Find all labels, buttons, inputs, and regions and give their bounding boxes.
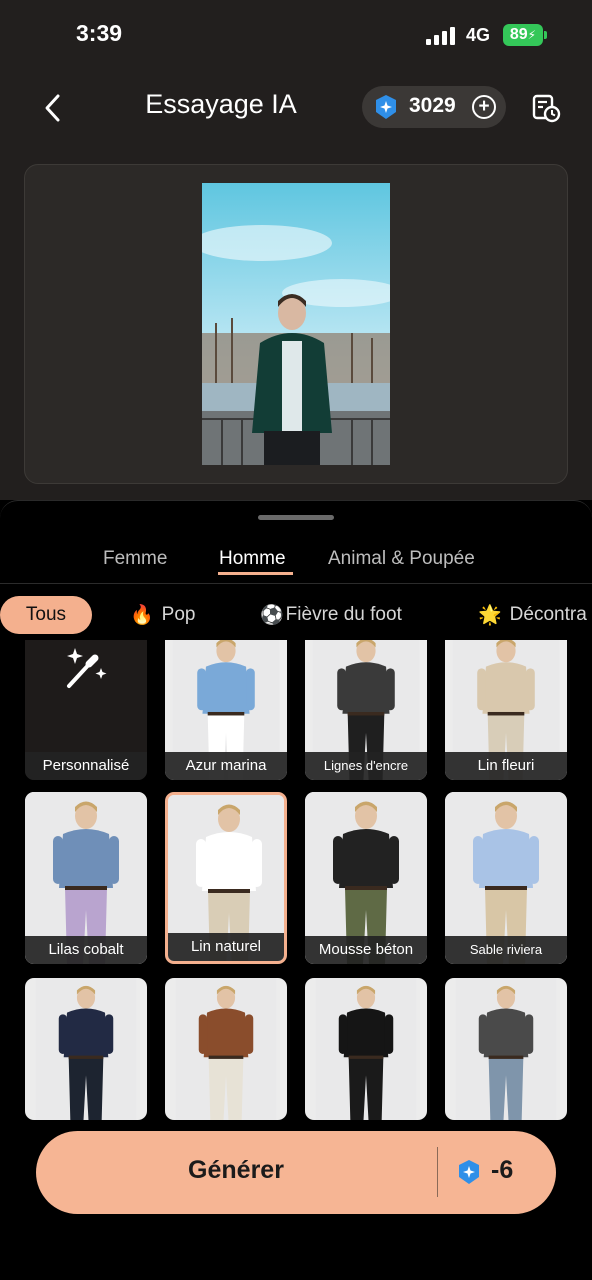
star-icon: 🌟 xyxy=(478,605,502,626)
status-bar: 3:39 4G 89 ⚡ xyxy=(0,0,592,70)
outfit-card[interactable] xyxy=(305,978,427,1120)
credits-count: 3029 xyxy=(409,94,456,117)
fire-icon: 🔥 xyxy=(130,605,154,626)
gem-icon xyxy=(376,95,396,119)
generate-cost: -6 xyxy=(491,1156,514,1184)
custom-outfit-card[interactable]: Personnalisé xyxy=(25,640,147,780)
generate-button[interactable]: Générer -6 xyxy=(36,1131,556,1214)
outfit-card[interactable] xyxy=(165,978,287,1120)
generate-divider xyxy=(437,1147,438,1197)
outfit-label: Mousse béton xyxy=(305,936,427,964)
outfit-card[interactable] xyxy=(25,978,147,1120)
add-credits-icon[interactable]: + xyxy=(472,95,496,119)
generate-label: Générer xyxy=(188,1156,284,1184)
outfit-label: Personnalisé xyxy=(25,752,147,780)
outfit-card[interactable]: Mousse béton xyxy=(305,792,427,964)
tab-femme[interactable]: Femme xyxy=(103,548,167,570)
outfit-card[interactable] xyxy=(445,978,567,1120)
back-icon[interactable] xyxy=(36,90,72,126)
battery-icon: 89 ⚡ xyxy=(503,24,547,46)
chip-tous[interactable]: Tous xyxy=(0,596,92,634)
outfit-card[interactable]: Lin fleuri xyxy=(445,640,567,780)
chip-label: Pop xyxy=(161,604,196,625)
model-figure xyxy=(175,978,277,1120)
chip-label: Décontra xyxy=(509,604,587,625)
sheet-handle[interactable] xyxy=(258,515,334,520)
battery-level: 89 xyxy=(509,26,528,43)
magic-wand-icon xyxy=(67,648,107,688)
active-tab-indicator xyxy=(218,572,293,575)
outfit-card[interactable]: Azur marina xyxy=(165,640,287,780)
outfit-label: Lilas cobalt xyxy=(25,936,147,964)
model-figure xyxy=(35,978,137,1120)
uploaded-photo[interactable] xyxy=(202,183,390,465)
tab-animal-poupee[interactable]: Animal & Poupée xyxy=(328,548,475,570)
gem-icon xyxy=(459,1160,479,1184)
model-figure xyxy=(315,978,417,1120)
outfit-card[interactable]: Lignes d'encre xyxy=(305,640,427,780)
style-chips: Tous 🔥 Pop ⚽ Fièvre du foot 🌟 Décontra xyxy=(0,596,592,636)
outfit-card[interactable]: Lilas cobalt xyxy=(25,792,147,964)
chip-pop[interactable]: 🔥 Pop xyxy=(130,596,195,634)
signal-icon xyxy=(426,27,458,45)
outfit-label: Azur marina xyxy=(165,752,287,780)
history-icon[interactable] xyxy=(530,92,562,124)
gender-tabs: Femme Homme Animal & Poupée xyxy=(0,540,592,584)
outfit-card[interactable]: Sable riviera xyxy=(445,792,567,964)
chip-label: Tous xyxy=(25,604,67,625)
chip-decontra[interactable]: 🌟 Décontra xyxy=(478,596,587,634)
soccer-ball-icon: ⚽ xyxy=(260,605,284,626)
outfit-label: Lin naturel xyxy=(168,933,284,961)
chip-label: Fièvre du foot xyxy=(285,604,402,625)
page-title: Essayage IA xyxy=(145,89,297,119)
credits-badge[interactable]: 3029 + xyxy=(362,86,506,128)
model-figure xyxy=(455,978,557,1120)
outfit-label: Sable riviera xyxy=(445,936,567,964)
chip-fievre-du-foot[interactable]: ⚽ Fièvre du foot xyxy=(260,596,402,634)
outfit-label: Lin fleuri xyxy=(445,752,567,780)
outfit-card[interactable]: Lin naturel xyxy=(165,792,287,964)
outfit-label: Lignes d'encre xyxy=(305,752,427,780)
outfit-grid: Personnalisé Azur marina Lignes d'encre Lin… xyxy=(0,640,592,1120)
tab-homme[interactable]: Homme xyxy=(219,548,286,570)
network-type: 4G xyxy=(466,25,491,45)
status-time: 3:39 xyxy=(76,20,123,46)
